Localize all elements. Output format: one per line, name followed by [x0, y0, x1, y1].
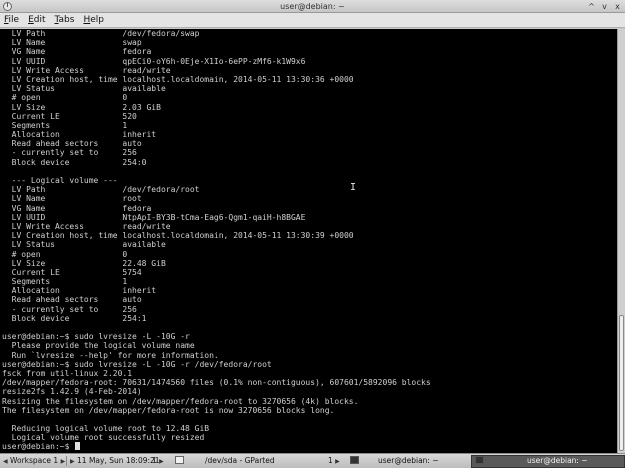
terminal-line: LV Path /dev/fedora/root: [2, 185, 200, 195]
workspace-switcher[interactable]: ◀ Workspace 1 ▶: [3, 454, 65, 468]
maximize-button[interactable]: v: [600, 2, 609, 11]
menu-bar: File Edit Tabs Help: [0, 13, 625, 28]
left-arrow-icon: ◀: [3, 458, 8, 465]
menu-file[interactable]: File: [4, 13, 19, 28]
terminal-icon: [475, 456, 484, 464]
terminal-line: Resizing the filesystem on /dev/mapper/f…: [2, 396, 359, 406]
terminal-line: - currently set to 256: [2, 148, 137, 158]
menu-tabs[interactable]: Tabs: [55, 13, 75, 28]
close-button[interactable]: x: [613, 2, 622, 11]
terminal-line: LV Name root: [2, 194, 142, 204]
terminal-line: Current LE 520: [2, 111, 137, 121]
terminal-line: Reducing logical volume root to 12.48 Gi…: [2, 424, 210, 434]
terminal-line: user@debian:~$ sudo lvresize -L -10G -r …: [2, 359, 272, 369]
terminal-text: LV Path /dev/fedora/swap LV Name swap VG…: [2, 29, 431, 452]
menu-edit[interactable]: Edit: [28, 13, 45, 28]
menu-help[interactable]: Help: [83, 13, 104, 28]
terminal-line: LV Path /dev/fedora/swap: [2, 29, 200, 38]
terminal-line: Block device 254:0: [2, 157, 147, 167]
terminal-line: fsck from util-linux 2.20.1: [2, 368, 133, 378]
terminal-line: Please provide the logical volume name: [2, 341, 195, 351]
terminal-line: Read ahead sectors auto: [2, 295, 142, 305]
terminal-line: Allocation inherit: [2, 286, 157, 296]
terminal-line: LV Write Access read/write: [2, 221, 171, 231]
task-gparted[interactable]: /dev/sda - GParted: [175, 454, 275, 468]
terminal-line: VG Name fedora: [2, 203, 152, 213]
terminal-line: LV Creation host, time localhost.localdo…: [2, 231, 354, 241]
right-arrow-icon: ▶: [60, 458, 66, 465]
terminal-line: LV Status available: [2, 240, 166, 250]
terminal-line: resize2fs 1.42.9 (4-Feb-2014): [2, 387, 142, 397]
terminal-line: LV Size 2.03 GiB: [2, 102, 161, 112]
right-arrow-icon: ▶: [70, 458, 75, 465]
task-group-count[interactable]: 1 ▶: [152, 454, 164, 468]
window-titlebar[interactable]: user@debian: ~ ^ v x: [0, 0, 625, 13]
terminal-line: LV Write Access read/write: [2, 65, 171, 75]
gparted-icon: [175, 456, 184, 464]
terminal-line: user@debian:~$ sudo lvresize -L -10G -r: [2, 332, 190, 342]
terminal-line: LV Name swap: [2, 38, 142, 48]
terminal-prompt-line: user@debian:~$: [2, 442, 431, 451]
terminal-scrollbar[interactable]: [617, 29, 625, 453]
terminal-line: LV Creation host, time localhost.localdo…: [2, 74, 354, 84]
terminal-icon: [350, 456, 359, 464]
right-arrow-icon: ▶: [335, 458, 340, 465]
terminal-line: /dev/mapper/fedora-root: 70631/1474560 f…: [2, 378, 431, 388]
terminal-line: The filesystem on /dev/mapper/fedora-roo…: [2, 405, 335, 415]
scrollbar-thumb[interactable]: [619, 315, 624, 451]
task-terminal-2[interactable]: user@debian: ~: [475, 454, 588, 468]
terminal-cursor: [75, 442, 81, 451]
task-terminal-1[interactable]: user@debian: ~: [350, 454, 439, 468]
terminal-line: VG Name fedora: [2, 47, 152, 57]
right-arrow-icon: ▶: [159, 458, 164, 465]
window-title: user@debian: ~: [280, 2, 345, 11]
taskbar: ◀ Workspace 1 ▶ ▶ 11 May, Sun 18:09:21 1…: [0, 453, 625, 468]
workspace-label: Workspace 1: [10, 456, 59, 465]
terminal-line: --- Logical volume ---: [2, 176, 118, 185]
terminal-line: Logical volume root successfully resized: [2, 433, 205, 443]
window-controls: ^ v x: [587, 2, 622, 11]
terminal-line: - currently set to 256: [2, 304, 137, 314]
taskbar-divider: [66, 456, 67, 466]
minimize-button[interactable]: ^: [587, 2, 596, 11]
terminal-line: # open 0: [2, 249, 128, 259]
terminal-line: Segments 1: [2, 120, 128, 130]
terminal-line: Segments 1: [2, 277, 128, 287]
clock[interactable]: ▶ 11 May, Sun 18:09:21: [70, 454, 160, 468]
terminal-line: LV Size 22.48 GiB: [2, 258, 166, 268]
terminal-line: LV Status available: [2, 84, 166, 94]
terminal-line: Block device 254:1: [2, 313, 147, 323]
text-cursor-ibeam-icon: I: [350, 182, 357, 193]
terminal-line: Allocation inherit: [2, 130, 157, 140]
shell-prompt: user@debian:~$: [2, 442, 75, 452]
terminal-line: LV UUID qpECi0-oY6h-0Eje-X1Io-6ePP-zMf6-…: [2, 56, 306, 66]
task-group-count-2[interactable]: 1 ▶: [328, 454, 340, 468]
terminal-line: Run `lvresize --help' for more informati…: [2, 350, 219, 360]
terminal-line: Read ahead sectors auto: [2, 139, 142, 149]
terminal-line: # open 0: [2, 93, 128, 103]
terminal-line: LV UUID NtpApI-BY3B-tCma-Eag6-Qgm1-qaiH-…: [2, 212, 306, 222]
terminal-line: Current LE 5754: [2, 267, 142, 277]
terminal-output[interactable]: LV Path /dev/fedora/swap LV Name swap VG…: [0, 29, 617, 453]
